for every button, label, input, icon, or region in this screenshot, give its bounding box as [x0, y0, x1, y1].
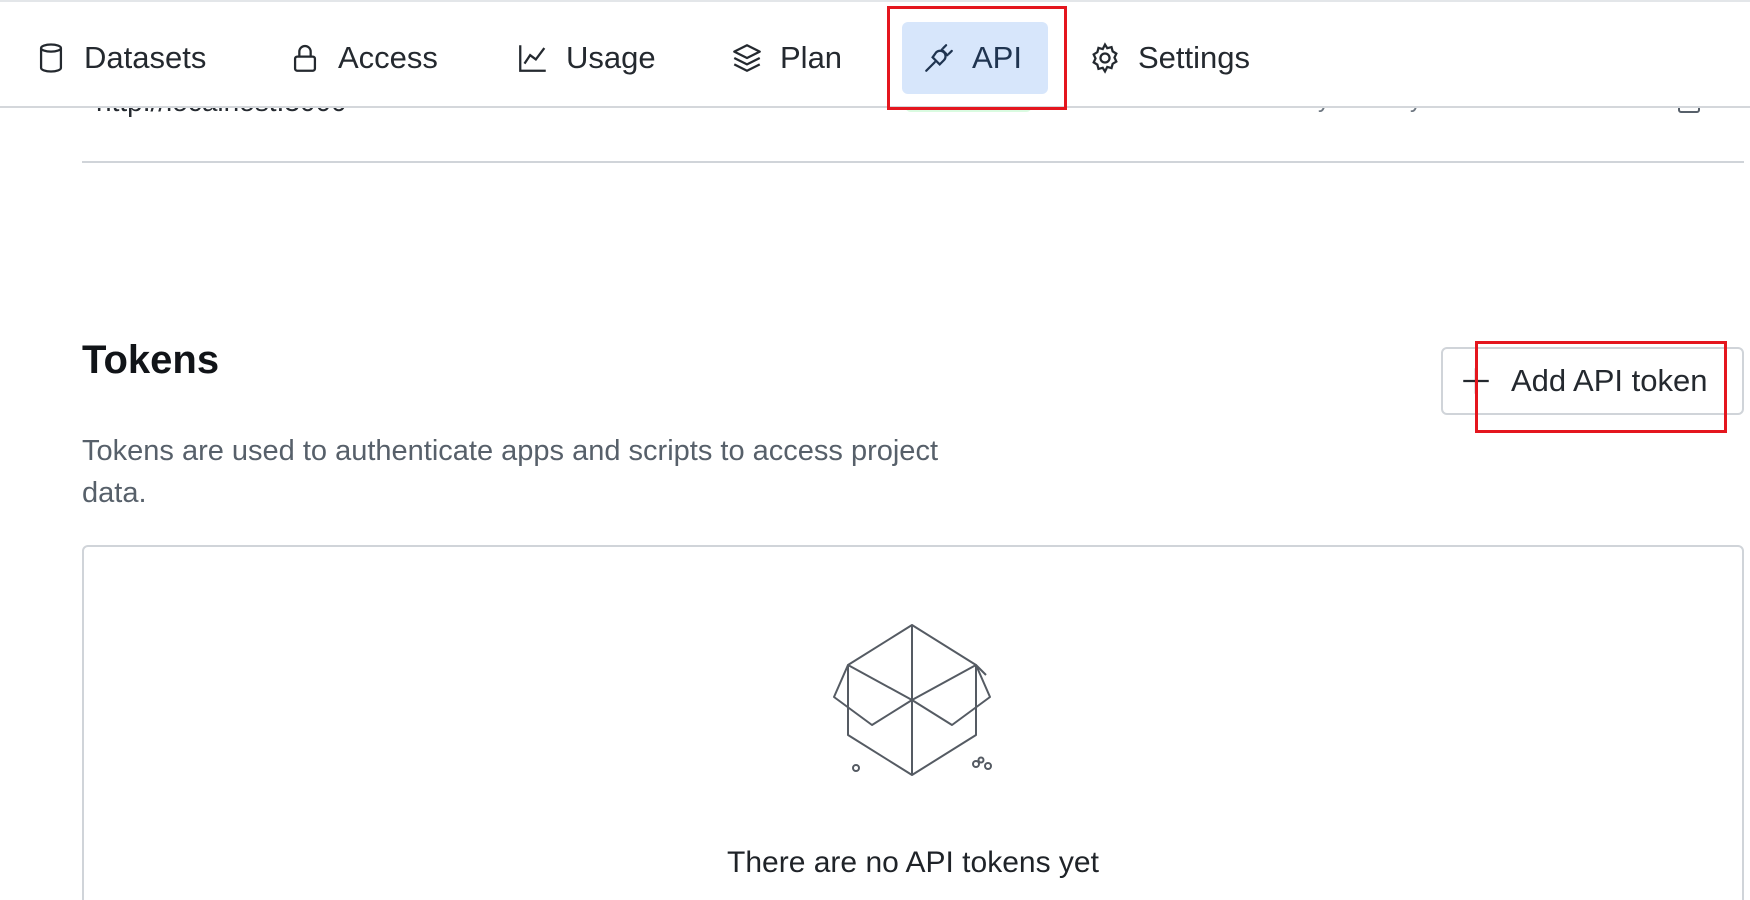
tab-label: Datasets — [84, 40, 207, 75]
top-navigation: Datasets Access Usage Plan API Settings — [0, 0, 1750, 108]
page: http://localhost:3000 ALLOWED yesterday … — [0, 0, 1750, 900]
database-icon — [39, 43, 63, 73]
tab-settings[interactable]: Settings — [1088, 22, 1250, 94]
tab-datasets[interactable]: Datasets — [34, 22, 206, 94]
tab-access[interactable]: Access — [288, 22, 438, 94]
tokens-heading: Tokens — [82, 338, 220, 382]
plus-icon — [1463, 368, 1489, 394]
empty-state-message: There are no API tokens yet — [727, 846, 1099, 879]
tab-label: Settings — [1138, 40, 1251, 75]
tab-label: Usage — [566, 40, 656, 75]
add-api-token-label: Add API token — [1511, 363, 1708, 398]
tab-label: API — [972, 40, 1022, 75]
tab-label: Access — [338, 40, 438, 75]
line-chart-icon — [519, 45, 546, 72]
tab-usage[interactable]: Usage — [516, 22, 656, 94]
layers-icon — [733, 44, 761, 72]
empty-box-icon — [833, 624, 992, 776]
gear-icon — [1092, 42, 1118, 74]
tokens-description: Tokens are used to authenticate apps and… — [82, 435, 938, 509]
tab-plan[interactable]: Plan — [730, 22, 842, 94]
tab-api[interactable]: API — [902, 22, 1048, 94]
tab-label: Plan — [780, 40, 843, 75]
lock-icon — [293, 44, 317, 72]
add-api-token-button[interactable]: Add API token — [1441, 347, 1744, 415]
plug-icon — [925, 44, 953, 72]
